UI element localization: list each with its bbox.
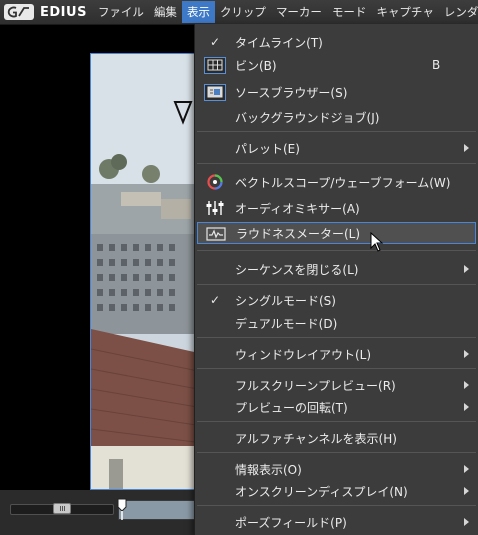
menu-item-label: プレビューの回転(T) (235, 400, 348, 415)
shuttle-slider[interactable] (10, 503, 114, 515)
preview-image (91, 54, 201, 489)
menu-item-onscreen-display[interactable]: オンスクリーンディスプレイ(N) (197, 480, 476, 502)
menu-item-palette[interactable]: パレット(E) (197, 137, 476, 159)
source-browser-icon (204, 83, 226, 101)
position-bar[interactable] (118, 500, 200, 520)
menu-capture[interactable]: キャプチャ (371, 1, 438, 23)
menu-mode[interactable]: モード (327, 1, 372, 23)
checkmark-icon: ✓ (209, 293, 221, 307)
menu-item-background-jobs[interactable]: バックグラウンドジョブ(J) (197, 106, 476, 128)
menu-separator (197, 131, 476, 132)
menu-item-label: バックグラウンドジョブ(J) (235, 110, 380, 125)
view-dropdown-menu: ✓ タイムライン(T) ビン(B) B ソースブラウザー(S) バックグラウンド… (194, 24, 478, 535)
menu-item-fullscreen-preview[interactable]: フルスクリーンプレビュー(R) (197, 374, 476, 396)
menu-item-single-mode[interactable]: ✓ シングルモード(S) (197, 289, 476, 311)
menu-item-label: シーケンスを閉じる(L) (235, 262, 359, 277)
menu-item-label: ラウドネスメーター(L) (236, 226, 361, 241)
menu-item-label: デュアルモード(D) (235, 316, 338, 331)
menu-item-dual-mode[interactable]: デュアルモード(D) (197, 312, 476, 334)
menu-item-timeline[interactable]: ✓ タイムライン(T) (197, 31, 476, 53)
menu-marker[interactable]: マーカー (271, 1, 327, 23)
menu-item-audio-mixer[interactable]: オーディオミキサー(A) (197, 197, 476, 219)
mouse-cursor-icon (370, 232, 384, 252)
menu-item-label: ウィンドウレイアウト(L) (235, 347, 372, 362)
menu-item-label: オンスクリーンディスプレイ(N) (235, 484, 408, 499)
submenu-arrow-icon (464, 465, 469, 473)
menu-file[interactable]: ファイル (93, 1, 149, 23)
submenu-arrow-icon (464, 381, 469, 389)
menu-item-source-browser[interactable]: ソースブラウザー(S) (197, 81, 476, 103)
menu-item-label: ポーズフィールド(P) (235, 515, 347, 530)
menu-item-label: パレット(E) (235, 141, 300, 156)
menu-separator (197, 163, 476, 164)
vectorscope-icon (207, 174, 223, 190)
menu-item-label: アルファチャンネルを表示(H) (235, 431, 397, 446)
menu-bar: EDIUS ファイル 編集 表示 クリップ マーカー モード キャプチャ レンダ… (0, 0, 478, 25)
submenu-arrow-icon (464, 350, 469, 358)
menu-separator (197, 284, 476, 285)
menu-item-vectorscope[interactable]: ベクトルスコープ/ウェーブフォーム(W) (197, 171, 476, 193)
menu-item-close-sequence[interactable]: シーケンスを閉じる(L) (197, 258, 476, 280)
menu-separator (197, 505, 476, 506)
menu-item-pause-field[interactable]: ポーズフィールド(P) (197, 511, 476, 533)
menu-separator (197, 368, 476, 369)
menu-separator (197, 452, 476, 453)
submenu-arrow-icon (464, 144, 469, 152)
bin-icon (204, 56, 226, 74)
audio-mixer-icon (206, 201, 224, 215)
menu-item-info-display[interactable]: 情報表示(O) (197, 458, 476, 480)
menu-item-preview-rotation[interactable]: プレビューの回転(T) (197, 396, 476, 418)
edius-logo-icon (4, 4, 34, 20)
menu-edit[interactable]: 編集 (149, 1, 182, 23)
checkmark-icon: ✓ (209, 35, 221, 49)
loudness-meter-icon (206, 227, 226, 241)
menu-item-show-alpha-channel[interactable]: アルファチャンネルを表示(H) (197, 427, 476, 449)
menu-item-label: フルスクリーンプレビュー(R) (235, 378, 396, 393)
app-logo: EDIUS (4, 4, 87, 20)
submenu-arrow-icon (464, 403, 469, 411)
menu-item-bin[interactable]: ビン(B) B (197, 54, 476, 76)
menu-clip[interactable]: クリップ (215, 1, 271, 23)
menu-item-label: オーディオミキサー(A) (235, 201, 360, 216)
playhead-icon[interactable] (117, 498, 127, 520)
shortcut-key: B (432, 58, 441, 72)
menu-item-label: ソースブラウザー(S) (235, 85, 348, 100)
preview-frame[interactable] (90, 53, 202, 490)
menu-separator (197, 337, 476, 338)
submenu-arrow-icon (464, 487, 469, 495)
menu-item-label: ビン(B) (235, 58, 277, 73)
menu-render[interactable]: レンダリング (439, 1, 478, 23)
menu-view[interactable]: 表示 (181, 1, 215, 23)
menu-item-window-layout[interactable]: ウィンドウレイアウト(L) (197, 343, 476, 365)
menu-item-loudness-meter[interactable]: ラウドネスメーター(L) (197, 222, 476, 244)
menu-item-label: ベクトルスコープ/ウェーブフォーム(W) (235, 175, 451, 190)
menu-item-label: タイムライン(T) (235, 35, 323, 50)
submenu-arrow-icon (464, 518, 469, 526)
menu-item-label: シングルモード(S) (235, 293, 336, 308)
app-name: EDIUS (40, 4, 87, 20)
menu-separator (197, 250, 476, 251)
menu-item-label: 情報表示(O) (235, 462, 302, 477)
shuttle-slider-handle[interactable] (53, 503, 71, 514)
submenu-arrow-icon (464, 265, 469, 273)
menu-separator (197, 421, 476, 422)
